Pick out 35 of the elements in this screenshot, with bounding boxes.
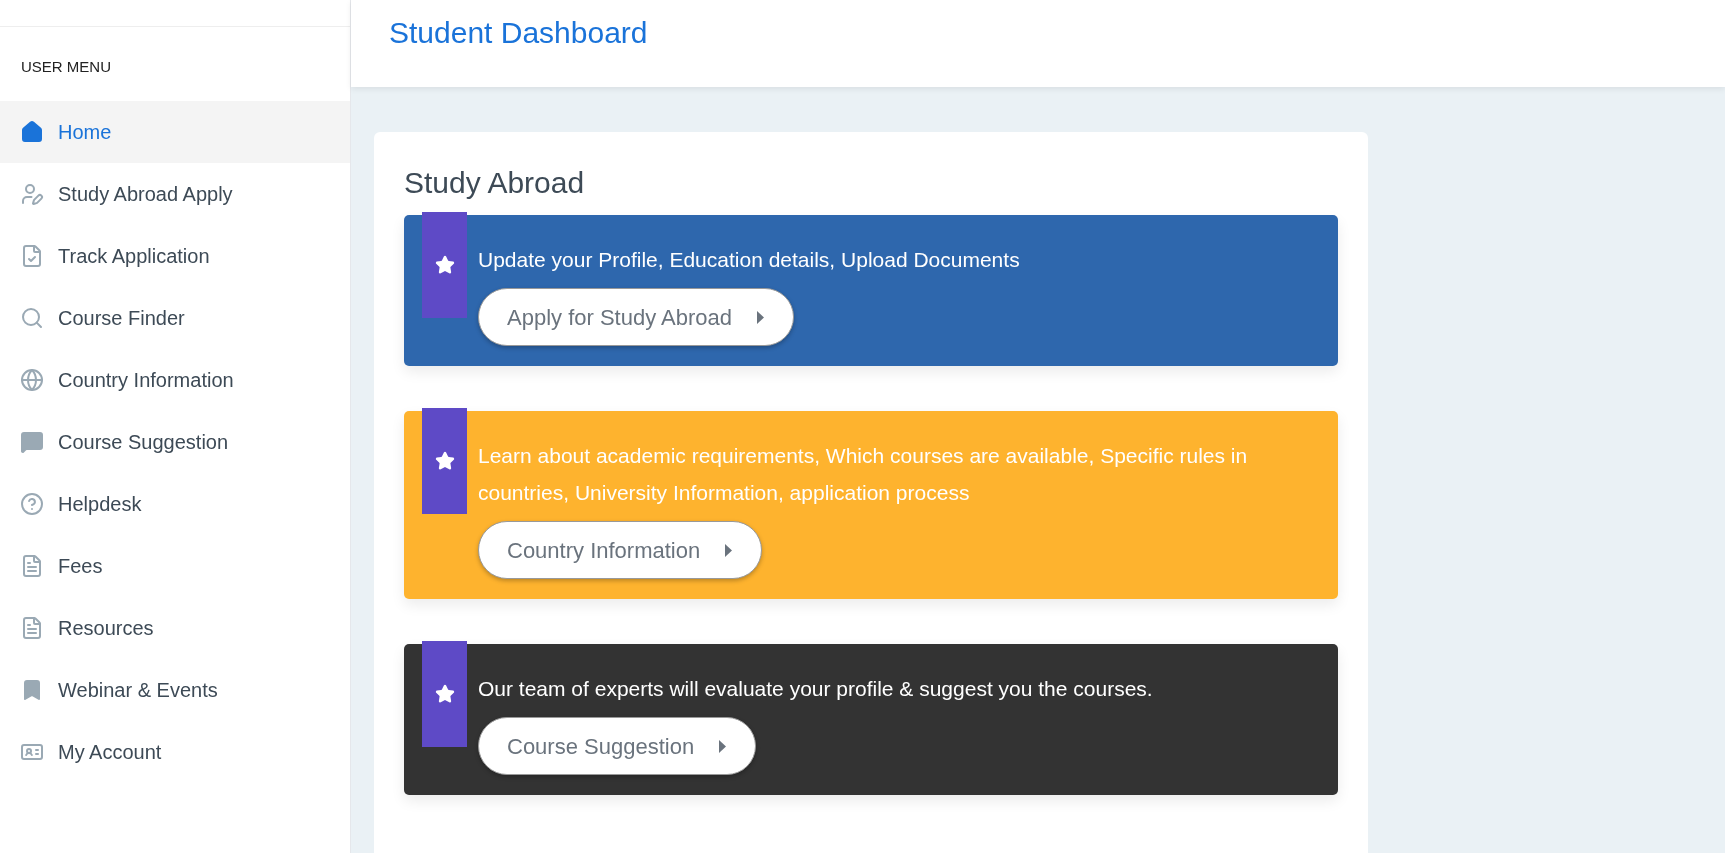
document-icon	[20, 615, 44, 640]
caret-icon	[724, 543, 734, 557]
star-icon	[434, 451, 455, 471]
globe-icon	[20, 367, 44, 392]
caret-icon	[718, 739, 728, 753]
banner-text: Our team of experts will evaluate your profile & suggest you the courses.	[478, 676, 1154, 702]
menu-item[interactable]: Home	[0, 100, 350, 163]
question-mark-icon	[20, 491, 44, 516]
menu-item[interactable]: Webinar & Events	[0, 658, 350, 721]
star-icon	[434, 684, 455, 704]
menu-item[interactable]: Country Information	[0, 348, 350, 411]
chat-bubble-icon	[20, 429, 44, 454]
search-icon	[20, 305, 44, 330]
menu-item[interactable]: Course Suggestion	[0, 410, 350, 473]
menu-heading: USER MENU	[20, 57, 112, 77]
menu-item[interactable]: Resources	[0, 596, 350, 659]
document-icon	[20, 553, 44, 578]
menu-item[interactable]: My Account	[0, 720, 350, 783]
page-title: Student Dashboard	[389, 15, 648, 51]
menu-item[interactable]: Course Finder	[0, 286, 350, 349]
home-icon	[20, 119, 44, 144]
caret-icon	[756, 310, 766, 324]
banner-button[interactable]: Course Suggestion	[478, 717, 757, 775]
banner-text: Update your Profile, Education details, Upload Documents	[478, 247, 1021, 273]
card-title: Study Abroad	[404, 165, 586, 201]
banner-text: Learn about academic requirements, Which courses are available, Specific rules in countries, University Information, application process	[478, 443, 1249, 506]
star-icon	[434, 255, 455, 275]
user-pen-icon	[20, 181, 44, 206]
menu-item[interactable]: Fees	[0, 534, 350, 597]
banner-button[interactable]: Apply for Study Abroad	[478, 288, 795, 346]
file-check-icon	[20, 243, 44, 268]
menu-item[interactable]: Study Abroad Apply	[0, 162, 350, 225]
menu-item[interactable]: Helpdesk	[0, 472, 350, 535]
banner-button[interactable]: Country Information	[478, 521, 763, 579]
menu-item[interactable]: Track Application	[0, 224, 350, 287]
